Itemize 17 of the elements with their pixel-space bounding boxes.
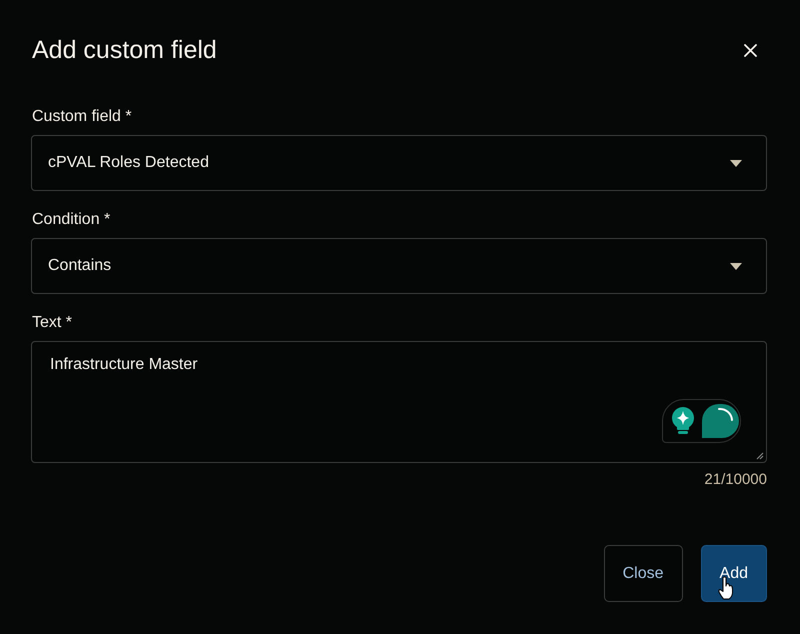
dropdown-select[interactable]: cPVAL Roles Detected — [31, 135, 767, 191]
character-counter: 21/10000 — [704, 470, 767, 490]
caret-icon — [730, 160, 742, 166]
close-icon[interactable] — [744, 44, 757, 56]
speech-drop-icon — [702, 404, 739, 438]
resize-grip-icon[interactable] — [756, 452, 764, 460]
writing-assistant-pill[interactable] — [662, 399, 741, 443]
close-button[interactable]: Close — [604, 545, 683, 602]
field-label: Condition * — [31, 210, 112, 230]
dialog-title: Add custom field — [32, 35, 217, 66]
dropdown-select[interactable]: Contains — [31, 238, 767, 294]
field-label: Custom field * — [31, 107, 133, 127]
add-button[interactable]: Add — [700, 545, 767, 602]
caret-icon — [730, 262, 742, 270]
field-label: Text * — [31, 313, 74, 333]
sparkle-bulb-icon — [671, 407, 695, 435]
text-area-field[interactable]: Infrastructure Master — [31, 341, 767, 463]
